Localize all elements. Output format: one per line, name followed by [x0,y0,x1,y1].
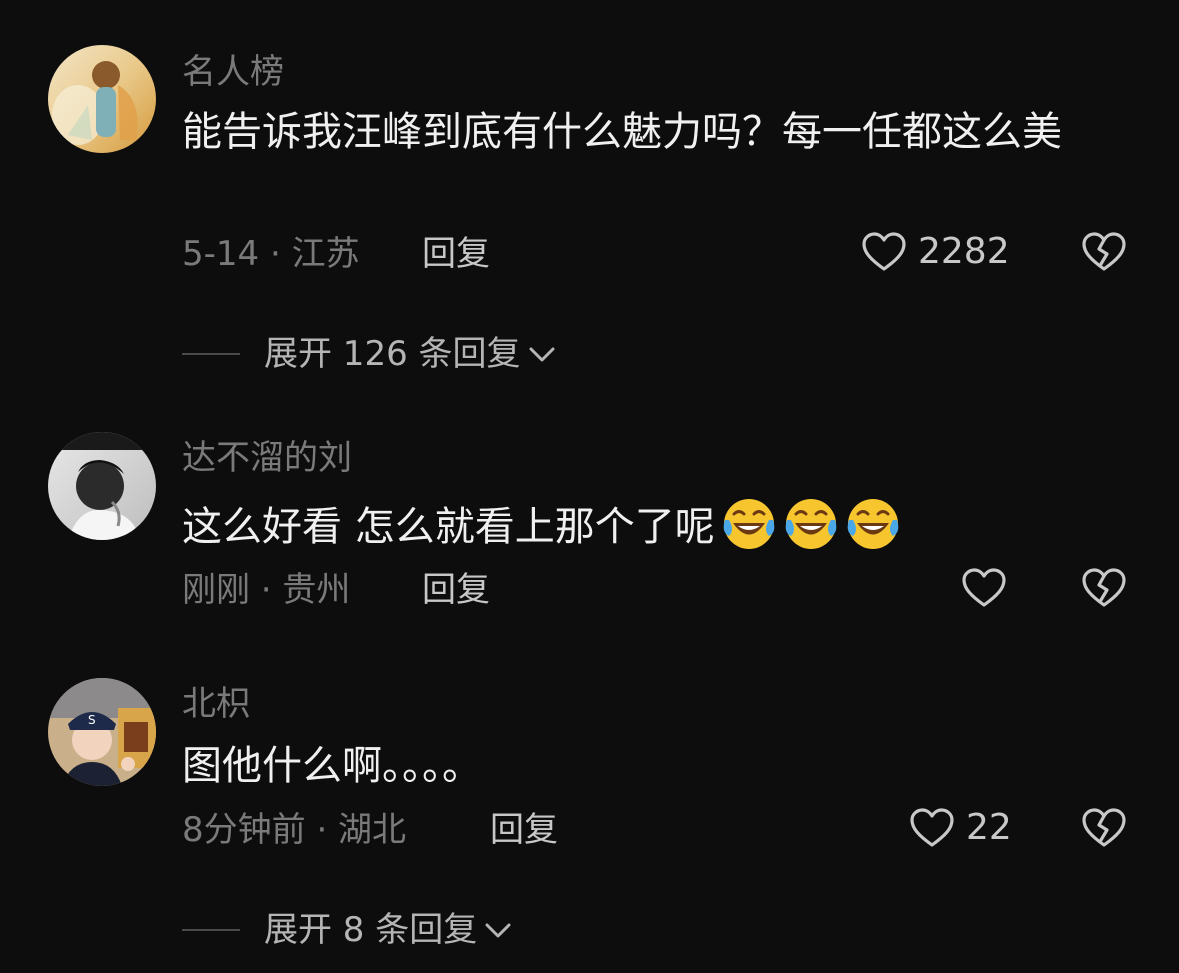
broken-heart-icon [1082,808,1126,847]
laughing-crying-emoji [847,499,899,549]
like-button[interactable]: 2282 [860,228,1010,276]
comment-text-content: 这么好看 怎么就看上那个了呢 [182,504,715,550]
heart-outline-icon [910,808,954,847]
dislike-button[interactable] [1080,228,1128,276]
like-button[interactable]: 22 [908,804,1012,852]
avatar[interactable]: S [48,678,156,786]
heart-outline-icon [962,568,1006,607]
comment-text: 能告诉我汪峰到底有什么魅力吗？每一任都这么美 [182,109,1062,155]
svg-text:S: S [88,713,96,727]
laughing-crying-emoji [785,499,837,549]
like-button[interactable] [960,564,1008,612]
username[interactable]: 北枳 [182,684,250,724]
avatar[interactable] [48,432,156,540]
avatar[interactable] [48,45,156,153]
heart-outline-icon [862,232,906,271]
broken-heart-icon [1082,568,1126,607]
username[interactable]: 名人榜 [182,52,284,92]
divider-line [182,353,240,355]
expand-replies-label: 展开 8 条回复 [264,910,478,950]
comment-text: 图他什么啊。。。。 [182,743,482,789]
expand-replies-button[interactable]: 展开 126 条回复 [182,334,559,374]
laughing-crying-emoji [723,499,775,549]
expand-replies-button[interactable]: 展开 8 条回复 [182,910,515,950]
expand-replies-label: 展开 126 条回复 [264,334,521,374]
dislike-button[interactable] [1080,804,1128,852]
comment-meta: 8分钟前 · 湖北 [182,810,407,850]
reply-button[interactable]: 回复 [422,570,490,610]
comment-meta: 刚刚 · 贵州 [182,570,351,610]
like-count: 22 [966,807,1012,848]
like-count: 2282 [918,231,1010,272]
divider-line [182,929,240,931]
comment-text: 这么好看 怎么就看上那个了呢 [182,496,1112,553]
username[interactable]: 达不溜的刘 [182,438,352,478]
reply-button[interactable]: 回复 [422,234,490,274]
comment-meta: 5-14 · 江苏 [182,234,360,274]
reply-button[interactable]: 回复 [490,810,558,850]
broken-heart-icon [1082,232,1126,271]
chevron-down-icon [485,923,511,938]
chevron-down-icon [529,347,555,362]
dislike-button[interactable] [1080,564,1128,612]
